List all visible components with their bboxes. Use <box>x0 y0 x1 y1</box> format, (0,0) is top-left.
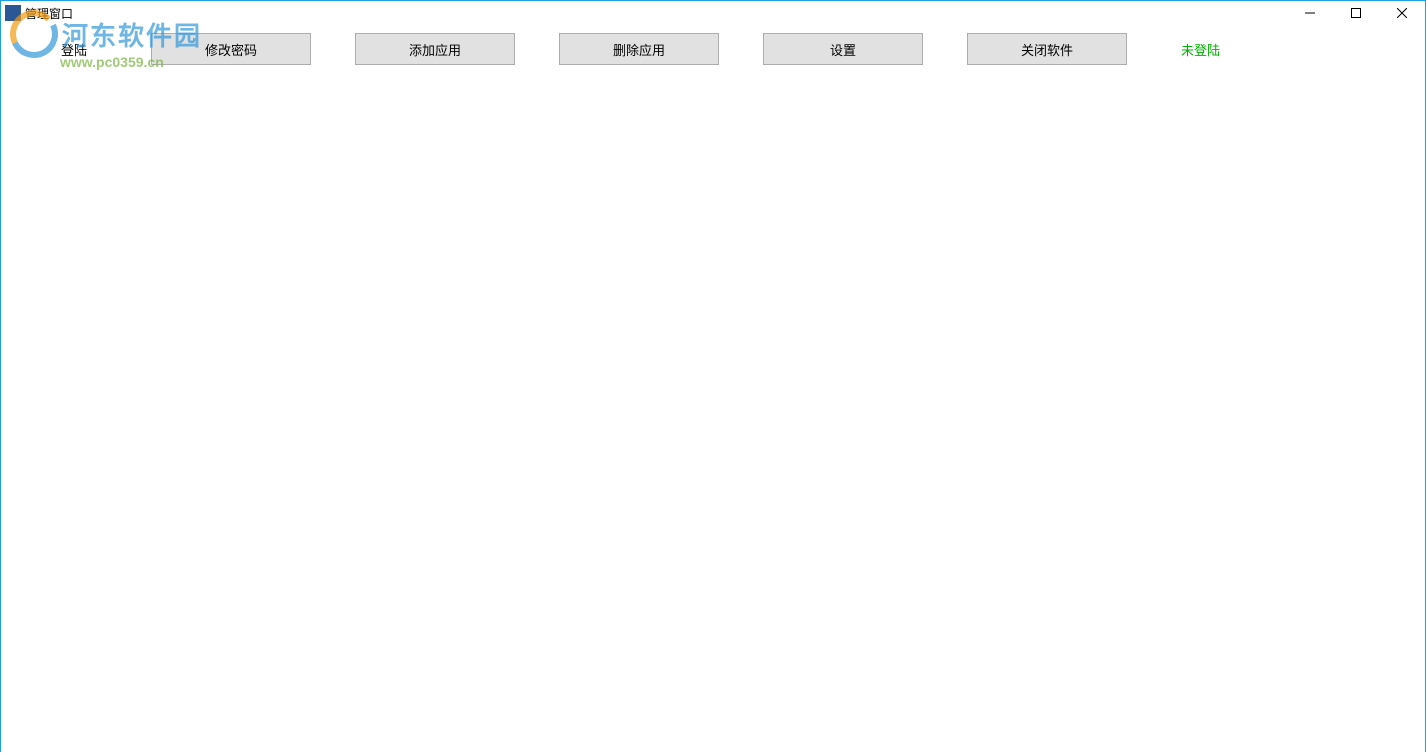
app-icon <box>5 5 21 21</box>
delete-app-button[interactable]: 删除应用 <box>559 33 719 65</box>
maximize-button[interactable] <box>1333 1 1379 25</box>
content-area <box>1 73 1425 753</box>
change-password-button[interactable]: 修改密码 <box>151 33 311 65</box>
toolbar: 登陆 修改密码 添加应用 删除应用 设置 关闭软件 未登陆 <box>1 25 1425 73</box>
settings-button[interactable]: 设置 <box>763 33 923 65</box>
close-software-button[interactable]: 关闭软件 <box>967 33 1127 65</box>
login-label[interactable]: 登陆 <box>61 40 121 59</box>
window-title: 管理窗口 <box>25 5 73 22</box>
window-controls <box>1287 1 1425 25</box>
close-button[interactable] <box>1379 1 1425 25</box>
title-bar: 管理窗口 <box>1 1 1425 25</box>
login-status-label: 未登陆 <box>1181 40 1220 59</box>
minimize-button[interactable] <box>1287 1 1333 25</box>
add-app-button[interactable]: 添加应用 <box>355 33 515 65</box>
